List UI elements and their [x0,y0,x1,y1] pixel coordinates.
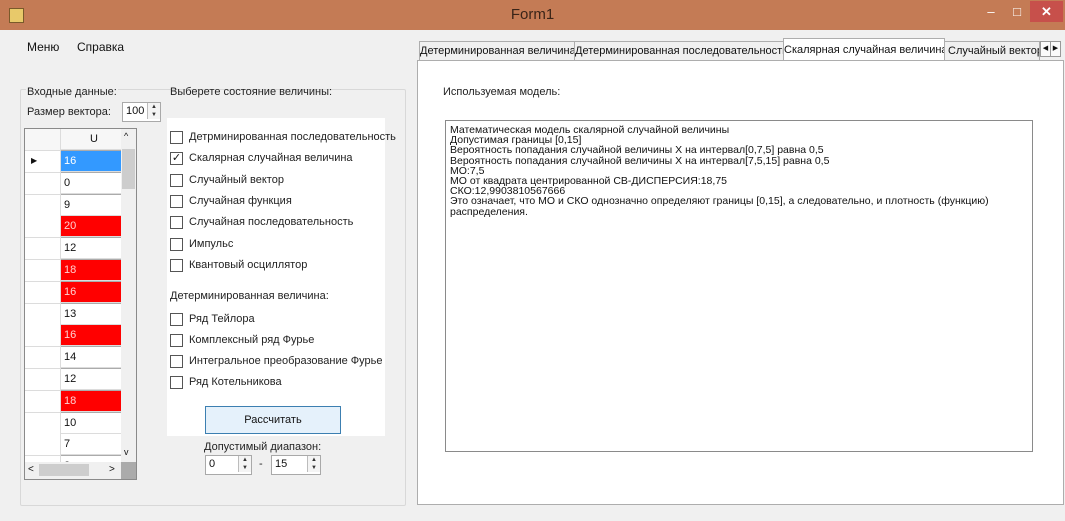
checkbox-label: Детрминированная последовательность [189,131,396,143]
vector-size-spinner[interactable]: 100 ▲ ▼ [122,102,161,122]
state-checklist: Детрминированная последовательность ✓ Скал… [167,118,396,436]
grid-corner [25,129,61,151]
spinner-arrows-icon[interactable]: ▲ ▼ [307,456,320,472]
scroll-thumb[interactable] [122,149,135,189]
model-text-line: Это означает, что МО и СКО однозначно оп… [450,195,989,208]
window-title: Form1 [510,6,555,23]
range-from-spinner[interactable]: 0 ▲ ▼ [205,455,252,475]
grid-row-header[interactable] [25,194,61,217]
grid-cell[interactable]: 13 [61,303,121,325]
grid-row-header[interactable] [25,303,61,326]
grid-row-header[interactable] [25,238,61,261]
grid-cell[interactable]: 16 [61,151,121,172]
close-button[interactable]: ✕ [1030,1,1063,22]
checkbox[interactable] [170,173,183,187]
grid-cell[interactable]: 0 [61,172,121,194]
tab-deterministic-value[interactable]: Детерминированная величина [419,41,576,61]
grid-cell[interactable]: 18 [61,390,121,412]
grid-row-header[interactable] [25,281,61,304]
grid-cell[interactable]: 7 [61,434,121,456]
menu-item-menu[interactable]: Меню [27,40,59,54]
tab-scroll-arrows: ◀ ▶ [1040,41,1061,57]
data-grid[interactable]: U ▶16092012181613161412181072 ^ v < > [24,128,137,480]
model-label: Используемая модель: [443,86,561,98]
tab-deterministic-sequence[interactable]: Детерминированная последовательность [574,41,788,61]
scroll-down-icon[interactable]: v [124,447,129,457]
model-textbox[interactable]: Математическая модель скалярной случайно… [445,120,1033,452]
grid-cell[interactable]: 18 [61,260,121,281]
grid-cell[interactable]: 20 [61,216,121,238]
grid-row-header[interactable]: ▶ [25,151,61,173]
checkbox-label: Ряд Тейлора [189,313,255,325]
grid-row-header[interactable] [25,412,61,435]
checkbox-label: Импульс [189,237,234,250]
checkbox[interactable] [170,216,183,230]
checkbox[interactable] [170,376,183,389]
grid-row-header[interactable] [25,216,61,239]
range-to-spinner[interactable]: 15 ▲ ▼ [271,455,321,475]
calculate-button[interactable]: Рассчитать [205,406,341,434]
grid-row-header[interactable] [25,260,61,282]
model-text-line: Вероятность попадания случайной величины… [450,144,824,157]
range-separator: - [259,458,263,470]
grid-cell[interactable]: 14 [61,347,121,369]
tab-right-arrow-icon[interactable]: ▶ [1050,41,1061,57]
hscroll-thumb[interactable] [39,464,89,476]
vector-size-value: 100 [126,105,145,117]
checkbox-label: Случайная последовательность [189,216,354,229]
checkbox-label: Ряд Котельникова [189,376,282,388]
range-from-value: 0 [209,458,216,470]
scroll-right-icon[interactable]: > [109,464,115,475]
checkbox-label: Случайная функция [189,194,292,207]
input-data-label: Входные данные: [26,86,118,98]
grid-column-header[interactable]: U [61,129,121,150]
scroll-left-icon[interactable]: < [28,464,34,475]
grid-row-header[interactable] [25,172,61,195]
minimize-button[interactable]: – [978,1,1004,22]
grid-cell[interactable]: 16 [61,281,121,303]
grid-row-header[interactable] [25,325,61,348]
range-label: Допустимый диапазон: [204,441,322,453]
model-text-line: распределения. [450,205,528,218]
range-to-value: 15 [275,458,288,470]
grid-row-header[interactable] [25,390,61,413]
grid-cell[interactable]: 9 [61,194,121,216]
checkbox[interactable] [170,313,183,326]
grid-cell[interactable]: 12 [61,238,121,260]
maximize-button[interactable]: □ [1004,1,1030,22]
checkbox[interactable]: ✓ [170,152,183,166]
checkbox[interactable] [170,194,183,208]
determ-label: Детерминированная величина: [170,290,329,302]
checkbox[interactable] [170,258,183,272]
checkbox-label: Интегральное преобразование Фурье [189,355,383,367]
menu-item-help[interactable]: Справка [77,40,124,54]
grid-cell[interactable]: 12 [61,369,121,390]
grid-cell[interactable]: 16 [61,325,121,347]
vector-size-label: Размер вектора: [27,106,111,118]
checkbox-label: Квантовый осциллятор [189,258,308,271]
state-label: Выберете состояние величины: [170,86,333,98]
model-text-line: Вероятность попадания случайной величины… [450,154,830,167]
grid-row-header[interactable] [25,347,61,370]
current-row-arrow-icon: ▶ [31,156,38,165]
grid-row-header[interactable] [25,369,61,391]
scroll-up-icon[interactable]: ^ [124,131,128,141]
checkbox-label: Комплексный ряд Фурье [189,334,315,346]
grid-cell[interactable]: 10 [61,412,121,434]
checkbox[interactable] [170,237,183,251]
grid-row-header[interactable] [25,434,61,457]
spinner-arrows-icon[interactable]: ▲ ▼ [238,456,251,472]
spinner-arrows-icon[interactable]: ▲ ▼ [147,103,160,119]
horizontal-scrollbar[interactable]: < > [25,462,121,479]
tab-random-vector[interactable]: Случайный вектор [944,41,1040,60]
checkbox-label: Случайный вектор [189,173,284,186]
checkbox-label: Скалярная случайная величина [189,152,353,165]
checkbox[interactable] [170,334,183,347]
checkbox[interactable] [170,355,183,368]
vertical-scrollbar[interactable]: ^ v [121,129,136,462]
tab-scalar-random[interactable]: Скалярная случайная величина [783,38,948,62]
checkbox[interactable] [170,131,183,144]
